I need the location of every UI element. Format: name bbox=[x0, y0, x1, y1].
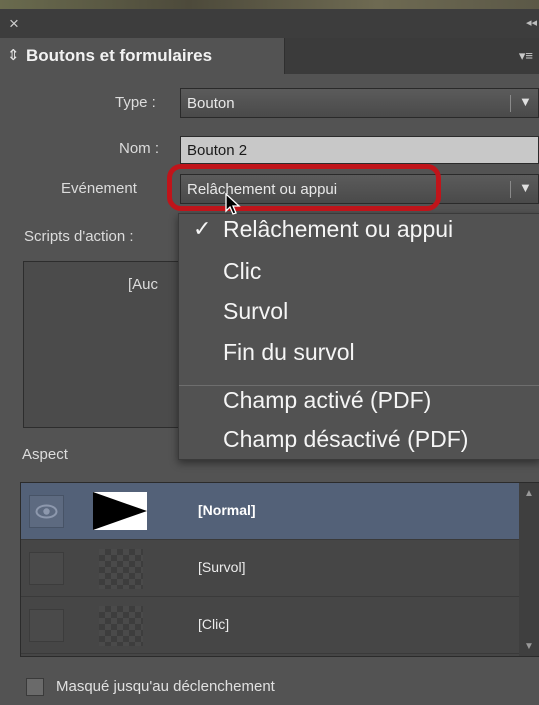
menu-item-champ-active-pdf[interactable]: Champ activé (PDF) bbox=[223, 387, 431, 414]
name-field[interactable]: Bouton 2 bbox=[180, 136, 539, 164]
visibility-toggle[interactable] bbox=[29, 552, 64, 585]
aspect-state-label: [Survol] bbox=[198, 559, 246, 575]
panel-tab-row: ⇕ Boutons et formulaires ▾≡ bbox=[0, 38, 539, 74]
aspect-row-clic[interactable]: [Clic] bbox=[21, 597, 519, 654]
dropdown-separator bbox=[510, 181, 511, 198]
chevron-down-icon: ▼ bbox=[519, 94, 532, 109]
hide-until-trigger-label: Masqué jusqu'au déclenchement bbox=[56, 678, 275, 695]
document-artwork-strip bbox=[0, 0, 539, 9]
menu-item-survol[interactable]: Survol bbox=[223, 298, 288, 325]
event-label: Evénement bbox=[61, 180, 137, 197]
empty-state-thumbnail bbox=[99, 606, 143, 646]
menu-item-relachement-ou-appui[interactable]: Relâchement ou appui bbox=[223, 216, 453, 243]
aspect-state-label: [Normal] bbox=[198, 502, 256, 518]
close-icon[interactable]: × bbox=[9, 14, 19, 34]
expand-collapse-icon[interactable]: ⇕ bbox=[7, 46, 20, 64]
eye-icon bbox=[35, 504, 58, 519]
panel-title-bar bbox=[0, 9, 539, 39]
mouse-pointer-icon bbox=[225, 193, 241, 215]
panel-menu-icon[interactable]: ▾≡ bbox=[519, 48, 533, 64]
highlight-annotation bbox=[167, 164, 441, 211]
empty-state-thumbnail bbox=[99, 549, 143, 589]
name-value: Bouton 2 bbox=[187, 142, 248, 159]
scroll-up-icon[interactable]: ▲ bbox=[524, 488, 534, 499]
type-label: Type : bbox=[115, 94, 156, 111]
menu-item-champ-desactive-pdf[interactable]: Champ désactivé (PDF) bbox=[223, 426, 468, 453]
aspect-list: [Normal] [Survol] [Clic] ▲ ▼ bbox=[20, 482, 539, 657]
menu-item-fin-du-survol[interactable]: Fin du survol bbox=[223, 339, 355, 366]
visibility-toggle[interactable] bbox=[29, 495, 64, 528]
name-label: Nom : bbox=[119, 140, 160, 157]
type-value: Bouton bbox=[187, 95, 235, 112]
chevron-down-icon: ▼ bbox=[519, 180, 532, 195]
triangle-thumbnail-icon bbox=[93, 492, 147, 530]
aspect-label: Aspect bbox=[22, 446, 68, 463]
visibility-toggle[interactable] bbox=[29, 609, 64, 642]
aspect-state-label: [Clic] bbox=[198, 616, 230, 632]
hide-until-trigger-checkbox[interactable] bbox=[26, 678, 44, 696]
panel-title: Boutons et formulaires bbox=[26, 46, 213, 65]
event-dropdown-menu: ✓ Relâchement ou appui Clic Survol Fin d… bbox=[178, 213, 539, 460]
aspect-row-normal[interactable]: [Normal] bbox=[21, 483, 519, 540]
action-list[interactable]: [Auc bbox=[23, 261, 195, 428]
type-dropdown[interactable]: Bouton ▼ bbox=[180, 88, 539, 118]
menu-separator bbox=[179, 385, 539, 386]
menu-item-clic[interactable]: Clic bbox=[223, 258, 261, 285]
scrollbar[interactable]: ▲ ▼ bbox=[519, 483, 539, 656]
action-list-placeholder: [Auc bbox=[128, 276, 159, 293]
button-state-thumbnail bbox=[93, 492, 147, 530]
action-scripts-label: Scripts d'action : bbox=[24, 228, 134, 245]
checkmark-icon: ✓ bbox=[193, 216, 212, 241]
aspect-row-survol[interactable]: [Survol] bbox=[21, 540, 519, 597]
dropdown-separator bbox=[510, 95, 511, 112]
tab-boutons-et-formulaires[interactable]: ⇕ Boutons et formulaires bbox=[0, 38, 285, 74]
collapse-panel-icon[interactable]: ◂◂ bbox=[526, 16, 537, 29]
scroll-down-icon[interactable]: ▼ bbox=[524, 641, 534, 652]
